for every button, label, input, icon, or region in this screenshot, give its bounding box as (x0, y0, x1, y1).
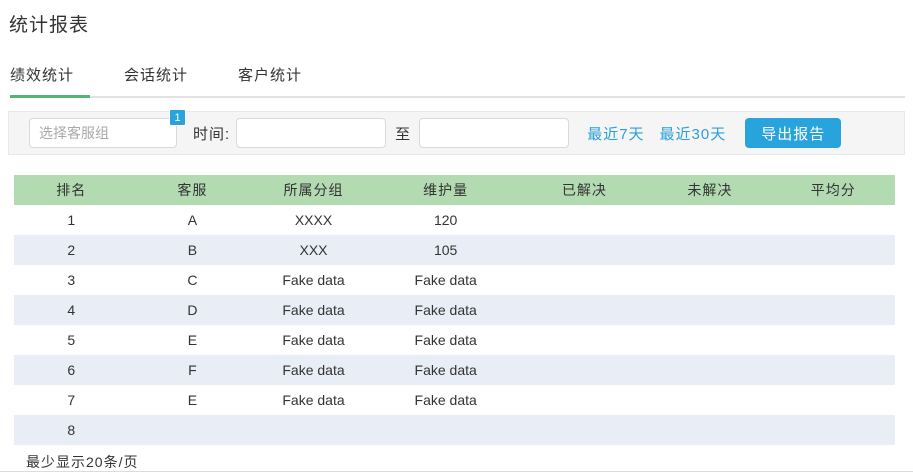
table-cell: Fake data (414, 392, 477, 408)
table-cell (521, 325, 649, 355)
table-cell (771, 295, 895, 325)
table-cell (648, 265, 771, 295)
table-cell: XXX (256, 235, 371, 265)
table-row: 2 B XXX 105 (14, 235, 895, 265)
table-row: 4 D Fake data Fake data (14, 295, 895, 325)
column-header-2: 所属分组 (256, 175, 371, 205)
to-label: 至 (395, 125, 411, 143)
table-cell (648, 325, 771, 355)
table-cell: Fake data (414, 332, 477, 348)
table-cell: F (128, 355, 257, 385)
column-header-5: 未解决 (648, 175, 772, 205)
table-cell (521, 385, 649, 415)
table-row: 3 C Fake data Fake data (14, 265, 895, 295)
group-select-wrap: 1 (29, 109, 186, 148)
group-select-input[interactable] (29, 118, 177, 148)
page-bottom-divider (0, 471, 913, 472)
table-cell (520, 415, 649, 445)
column-header-6: 平均分 (771, 175, 895, 205)
filter-bar: 1 时间: 至 最近7天最近30天 导出报告 (8, 109, 905, 155)
tabs: 绩效统计 会话统计 客户统计 (10, 64, 905, 98)
table-cell (772, 325, 895, 355)
quick-links: 最近7天 最近30天 (587, 123, 741, 144)
page-title: 统计报表 (9, 15, 90, 36)
table-cell: E (187, 332, 198, 348)
table-cell: 105 (370, 235, 521, 265)
date-start-input[interactable] (236, 118, 387, 148)
table-cell: Fake data (370, 295, 521, 325)
table-cell: Fake data (414, 272, 477, 288)
table-cell (128, 415, 257, 445)
table-cell (520, 355, 649, 385)
table-cell: 5 (67, 332, 76, 348)
tab-1[interactable]: 会话统计 (124, 64, 204, 98)
table-cell: A (187, 212, 198, 228)
table-row: 1 A XXXX 120 (14, 205, 895, 235)
table-header-row: 排名 客服 所属分组 维护量 已解决 未解决 平均分 (14, 175, 895, 205)
table-cell: 3 (67, 272, 76, 288)
performance-table: 排名 客服 所属分组 维护量 已解决 未解决 平均分 1 A XXXX 120 2 B XXX 105 3 C… (14, 175, 895, 445)
table-cell (520, 295, 649, 325)
table-cell: Fake data (256, 295, 371, 325)
table-cell: D (128, 295, 257, 325)
table-cell: 6 (14, 355, 129, 385)
table-cell: Fake data (370, 355, 521, 385)
table-cell (521, 205, 649, 235)
table-cell (772, 265, 895, 295)
table-cell: C (187, 272, 198, 288)
group-count-badge: 1 (169, 109, 186, 126)
table-cell: Fake data (282, 392, 345, 408)
column-header-0: 排名 (14, 175, 129, 205)
table-row: 7 E Fake data Fake data (14, 385, 895, 415)
table-cell (648, 385, 771, 415)
column-header-4: 已解决 (520, 175, 649, 205)
table-cell: 7 (67, 392, 76, 408)
table-cell: Fake data (282, 272, 345, 288)
table-cell (648, 205, 771, 235)
table-cell (648, 235, 772, 265)
tab-2[interactable]: 客户统计 (238, 64, 318, 98)
table-cell: 4 (14, 295, 129, 325)
date-end-input[interactable] (419, 118, 570, 148)
table-cell (256, 415, 371, 445)
export-report-button[interactable]: 导出报告 (745, 118, 842, 148)
table-cell (648, 295, 772, 325)
tab-0[interactable]: 绩效统计 (10, 64, 91, 98)
table-cell: B (128, 235, 257, 265)
table-cell (648, 355, 772, 385)
table-cell: E (187, 392, 198, 408)
table-cell: 8 (14, 415, 129, 445)
table-cell: Fake data (256, 355, 371, 385)
time-label: 时间: (193, 125, 231, 143)
table-row: 6 F Fake data Fake data (14, 355, 895, 385)
column-header-3: 维护量 (370, 175, 521, 205)
table-cell (521, 265, 649, 295)
table-cell: 120 (433, 212, 458, 228)
table-cell (771, 235, 895, 265)
quick-link-1[interactable]: 最近30天 (660, 123, 727, 144)
table-row: 8 (14, 415, 895, 445)
table-cell (772, 205, 895, 235)
page-size-note: 最少显示20条/页 (26, 454, 139, 470)
table-cell (370, 415, 521, 445)
table-cell: Fake data (282, 332, 345, 348)
table-cell (648, 415, 772, 445)
table-cell: 2 (14, 235, 129, 265)
table-cell (520, 235, 649, 265)
quick-link-0[interactable]: 最近7天 (587, 123, 644, 144)
table-row: 5 E Fake data Fake data (14, 325, 895, 355)
table-cell (772, 385, 895, 415)
table-cell: 1 (67, 212, 76, 228)
table-cell (771, 355, 895, 385)
column-header-1: 客服 (128, 175, 257, 205)
table-cell (771, 415, 895, 445)
table-cell: XXXX (294, 212, 333, 228)
table-body: 1 A XXXX 120 2 B XXX 105 3 C Fake data Fake data 4 D F… (14, 205, 895, 445)
